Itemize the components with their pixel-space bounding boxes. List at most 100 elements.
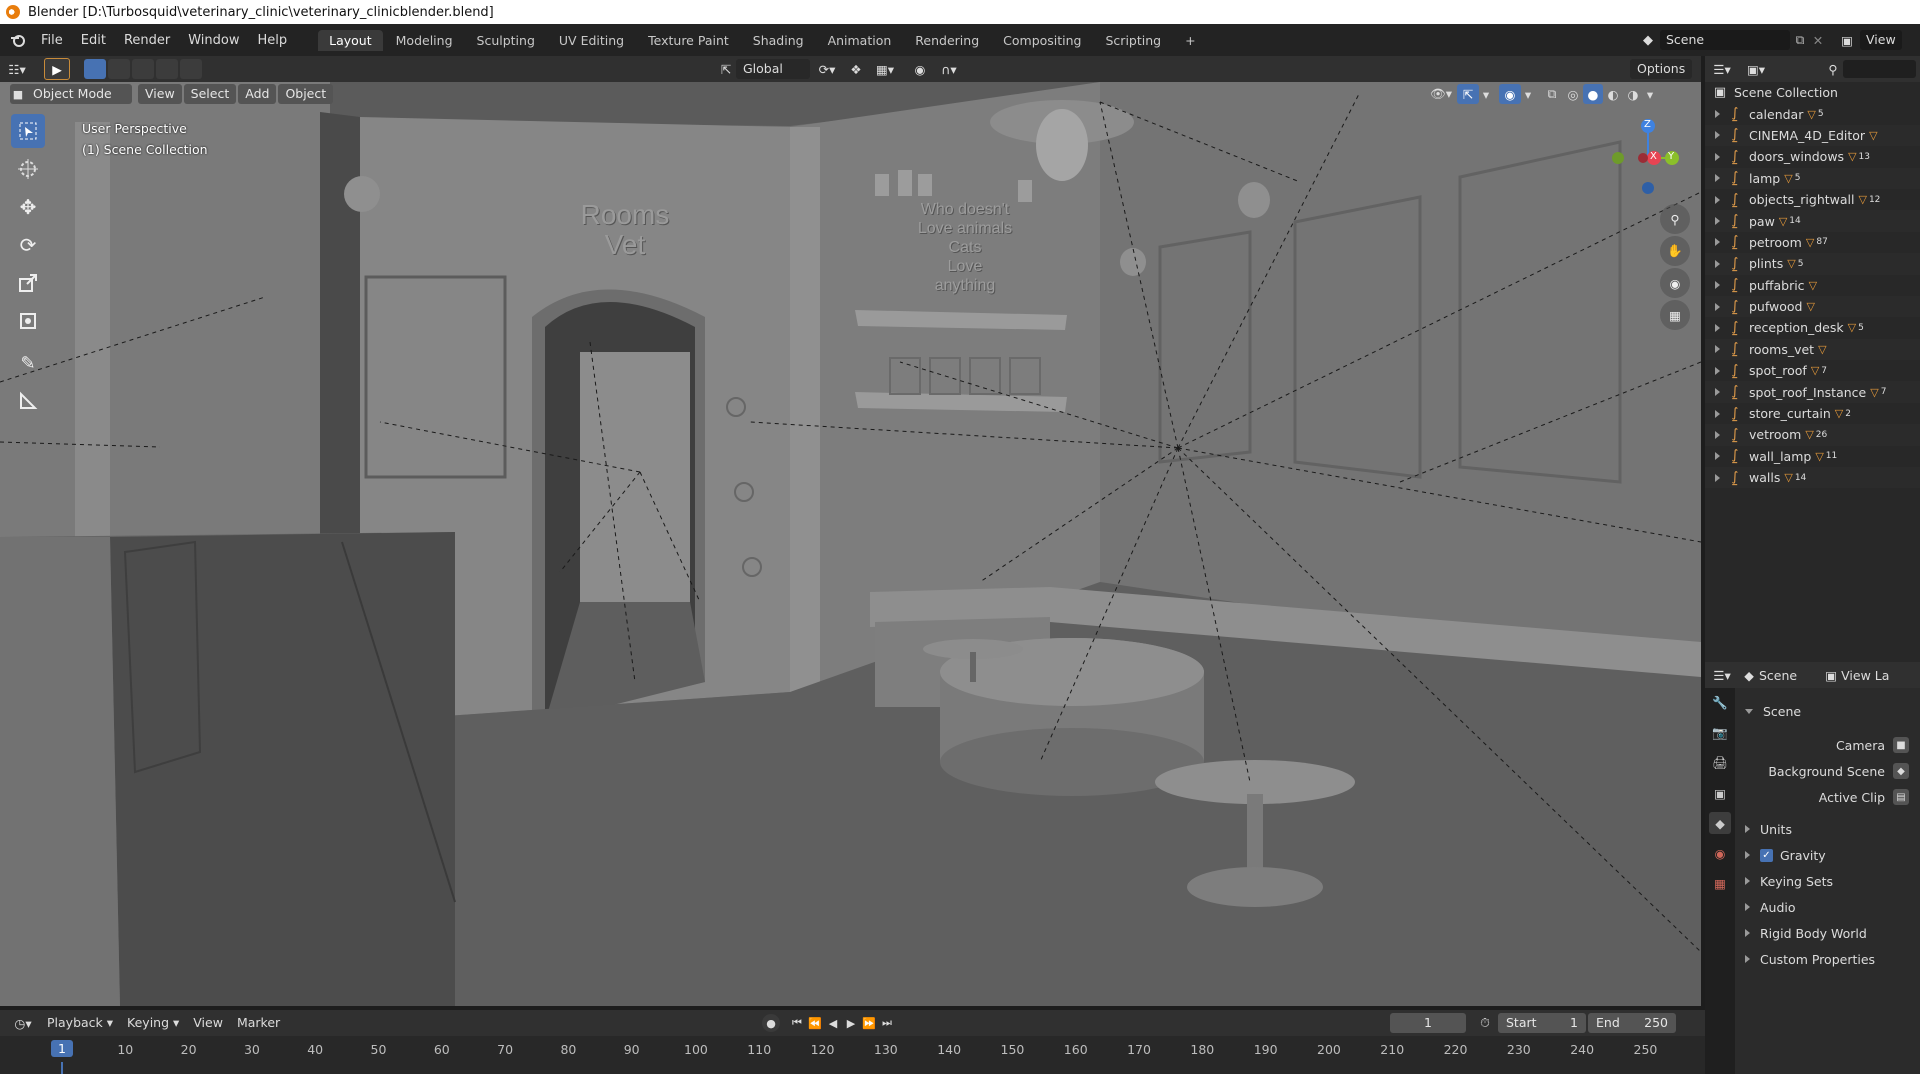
outliner-item-label[interactable]: wall_lamp [1749,449,1811,464]
scene-tab-icon[interactable]: ◆ [1709,812,1731,834]
expand-icon[interactable] [1715,131,1720,140]
menu-window[interactable]: Window [179,33,248,48]
falloff-icon[interactable]: ∩▾ [932,62,966,77]
menu-render[interactable]: Render [115,33,179,48]
expand-icon[interactable] [1715,388,1720,397]
outliner-item[interactable]: ⨜ pufwood ▽ [1705,295,1920,318]
shading-material-icon[interactable]: ◐ [1603,87,1623,102]
expand-icon[interactable] [1715,345,1720,354]
delete-scene-icon[interactable]: ✕ [1810,33,1826,48]
outliner-item[interactable]: ⨜ calendar ▽ 5 [1705,103,1920,124]
outliner-item[interactable]: ⨜ walls ▽ 14 [1705,467,1920,489]
outliner-item[interactable]: ⨜ paw ▽ 14 [1705,210,1920,232]
next-keyframe-icon[interactable]: ⏩ [860,1014,878,1032]
view-layer-tab-icon[interactable]: ▣ [1709,782,1731,804]
view-layer-icon[interactable]: ▣ [1834,33,1860,48]
select-invert-icon[interactable] [156,59,178,79]
outliner-item-label[interactable]: CINEMA_4D_Editor [1749,128,1865,143]
shading-rendered-icon[interactable]: ◑ [1623,87,1643,102]
custom-properties-panel[interactable]: Custom Properties [1735,946,1920,972]
props-scene-label[interactable]: Scene [1759,668,1797,683]
scene-icon[interactable]: ◆ [1636,33,1660,48]
gizmo-toggle-icon[interactable]: ⇱ [1457,84,1479,104]
menu-add[interactable]: Add [238,84,277,104]
outliner-item-label[interactable]: doors_windows [1749,149,1844,164]
add-workspace-button[interactable]: + [1174,30,1206,51]
play-reverse-icon[interactable]: ◀ [824,1014,842,1032]
playback-menu[interactable]: Playback ▾ [40,1013,120,1033]
tab-uv-editing[interactable]: UV Editing [548,30,635,51]
gizmo-dropdown-icon[interactable]: ▾ [1479,87,1493,102]
render-tab-icon[interactable]: 📷 [1709,722,1731,744]
tab-shading[interactable]: Shading [742,30,815,51]
tab-scripting[interactable]: Scripting [1095,30,1173,51]
record-icon[interactable]: ● [762,1014,780,1032]
scene-render[interactable] [0,82,1701,1006]
menu-edit[interactable]: Edit [72,33,115,48]
jump-start-icon[interactable]: ⏮ [788,1014,806,1032]
navigation-gizmo[interactable]: Z Y X [1600,114,1680,194]
keying-sets-panel[interactable]: Keying Sets [1735,868,1920,894]
display-mode-icon[interactable]: ▣▾ [1739,62,1773,77]
outliner-search-input[interactable] [1843,60,1916,78]
menu-view[interactable]: View [138,84,182,104]
shading-dropdown-icon[interactable]: ▾ [1643,87,1657,102]
jump-end-icon[interactable]: ⏭ [878,1014,896,1032]
select-box-tool[interactable] [11,114,45,148]
outliner-item[interactable]: ⨜ spot_roof_Instance ▽ 7 [1705,381,1920,403]
annotate-tool[interactable]: ✎ [11,346,45,380]
keying-menu[interactable]: Keying ▾ [120,1013,186,1033]
view-layer-field[interactable]: View [1860,30,1902,50]
outliner-item-label[interactable]: objects_rightwall [1749,192,1854,207]
outliner-item[interactable]: ⨜ reception_desk ▽ 5 [1705,317,1920,338]
blender-menu-icon[interactable] [4,28,32,52]
outliner-item-label[interactable]: rooms_vet [1749,342,1814,357]
outliner-item[interactable]: ⨜ lamp ▽ 5 [1705,167,1920,189]
expand-icon[interactable] [1715,366,1720,375]
marker-menu[interactable]: Marker [230,1013,287,1033]
world-tab-icon[interactable]: ◉ [1709,842,1731,864]
expand-icon[interactable] [1715,217,1720,226]
outliner-item-label[interactable]: spot_roof_Instance [1749,385,1866,400]
scale-tool[interactable] [11,266,45,300]
outliner-item[interactable]: ⨜ rooms_vet ▽ [1705,338,1920,361]
expand-icon[interactable] [1715,452,1720,461]
timeline-editor-icon[interactable]: ◷▾ [6,1016,40,1031]
outliner-item[interactable]: ⨜ vetroom ▽ 26 [1705,424,1920,446]
texture-tab-icon[interactable]: ▦ [1709,872,1731,894]
visibility-icon[interactable]: 👁▾ [1425,86,1457,102]
outliner-item-label[interactable]: reception_desk [1749,320,1844,335]
audio-panel[interactable]: Audio [1735,894,1920,920]
proportional-edit-icon[interactable]: ◉ [908,62,932,77]
outliner-item[interactable]: ⨜ petroom ▽ 87 [1705,232,1920,253]
expand-icon[interactable] [1715,174,1720,183]
cursor-tool[interactable] [11,152,45,186]
expand-icon[interactable] [1715,302,1720,311]
expand-icon[interactable] [1715,152,1720,161]
expand-icon[interactable] [1715,259,1720,268]
current-frame-field[interactable]: 1 [1390,1013,1466,1033]
editor-type-icon[interactable]: ☷▾ [0,58,34,80]
outliner-editor-icon[interactable]: ☰▾ [1705,62,1739,77]
tab-sculpting[interactable]: Sculpting [466,30,546,51]
stopwatch-icon[interactable]: ⏱ [1472,1015,1498,1031]
outliner-item-label[interactable]: calendar [1749,107,1803,122]
outliner-item[interactable]: ⨜ CINEMA_4D_Editor ▽ [1705,124,1920,147]
tab-modeling[interactable]: Modeling [385,30,464,51]
menu-file[interactable]: File [32,33,72,48]
menu-object[interactable]: Object [278,84,334,104]
tab-compositing[interactable]: Compositing [992,30,1092,51]
tool-tab-icon[interactable]: 🔧 [1709,692,1731,714]
expand-icon[interactable] [1715,281,1720,290]
outliner-item-label[interactable]: plints [1749,256,1783,271]
units-panel[interactable]: Units [1735,816,1920,842]
outliner-item[interactable]: ⨜ store_curtain ▽ 2 [1705,403,1920,424]
new-scene-icon[interactable]: ⧉ [1790,32,1810,48]
gravity-panel[interactable]: ✓ Gravity [1735,842,1920,868]
tab-texture-paint[interactable]: Texture Paint [637,30,740,51]
expand-icon[interactable] [1715,195,1720,204]
expand-icon[interactable] [1715,110,1720,119]
3d-viewport[interactable]: Rooms Vet Who doesn't Love animals Cats … [0,82,1701,1006]
pan-hand-icon[interactable]: ✋ [1660,236,1690,266]
camera-view-icon[interactable]: ◉ [1660,268,1690,298]
